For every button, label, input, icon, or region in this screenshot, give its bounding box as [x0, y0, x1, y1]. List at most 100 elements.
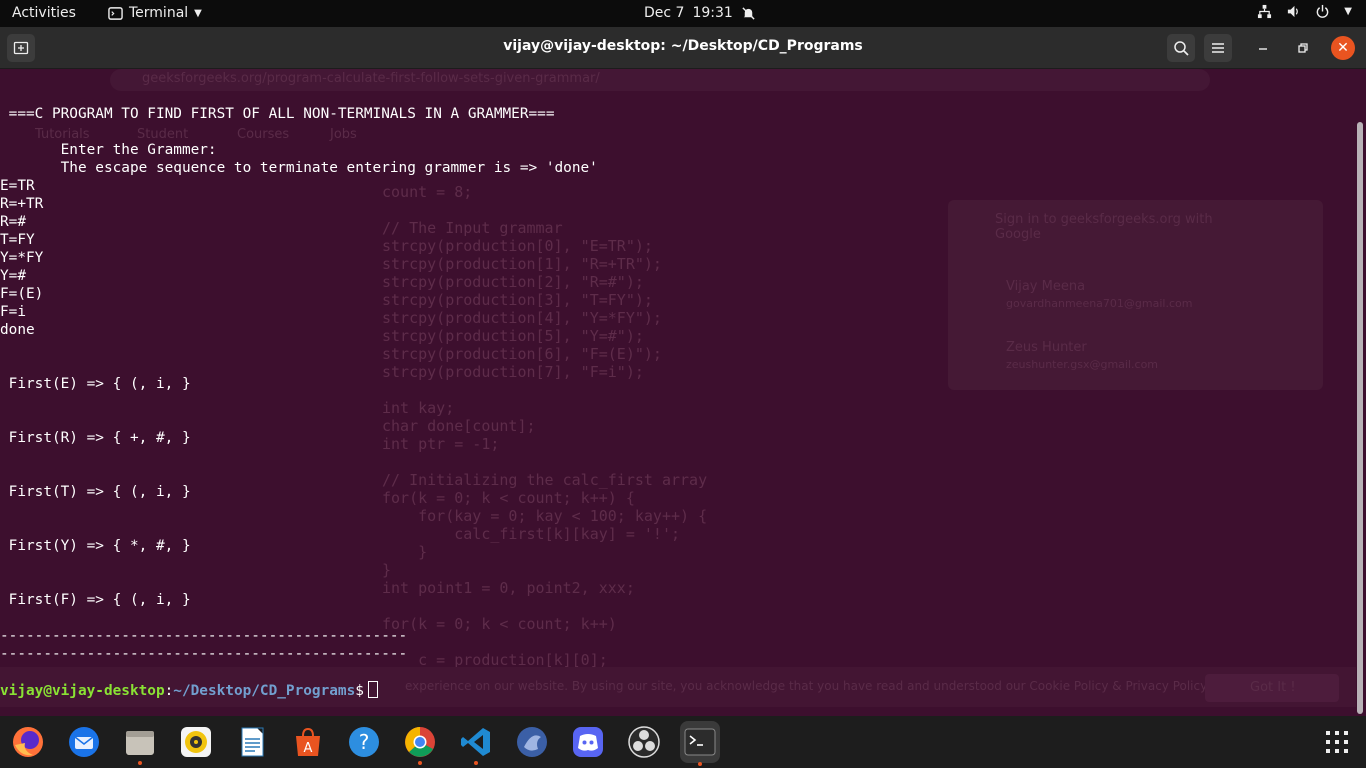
vscode-launcher[interactable] — [458, 724, 494, 765]
background-code-line: strcpy(production[0], "E=TR"); — [382, 237, 653, 255]
background-code-line: count = 8; — [382, 183, 473, 201]
prompt-user: vijay@vijay-desktop — [0, 683, 165, 699]
shell-prompt-line[interactable]: vijay@vijay-desktop:~/Desktop/CD_Program… — [0, 681, 378, 700]
terminal-line: First(E) => { (, i, } — [0, 376, 191, 392]
firefox-launcher[interactable] — [10, 724, 46, 760]
chevron-down-icon: ▼ — [1344, 6, 1352, 17]
terminal-line: ----------------------------------------… — [0, 628, 408, 644]
hamburger-icon — [1212, 43, 1224, 53]
terminal-small-icon — [108, 6, 123, 20]
terminal-line: R=# — [0, 214, 26, 230]
background-code-line: strcpy(production[7], "F=i"); — [382, 363, 644, 381]
clock[interactable]: Dec 7 19:31 — [644, 5, 756, 21]
restore-button[interactable] — [1289, 34, 1317, 62]
prompt-path: ~/Desktop/CD_Programs — [173, 683, 356, 699]
background-signin-card: Sign in to geeksforgeeks.org with Google… — [948, 200, 1323, 390]
terminal-line: First(Y) => { *, #, } — [0, 538, 191, 554]
minimize-icon — [1259, 48, 1267, 50]
terminal-line: R=+TR — [0, 196, 44, 212]
gnome-icon — [517, 727, 547, 757]
search-button[interactable] — [1167, 34, 1195, 62]
chrome-icon — [405, 727, 435, 757]
background-code-line: for(k = 0; k < count; k++) — [382, 615, 617, 633]
power-icon — [1316, 4, 1329, 18]
running-indicator — [418, 761, 422, 765]
background-code-line: calc_first[k][kay] = '!'; — [382, 525, 681, 543]
terminal-line: First(F) => { (, i, } — [0, 592, 191, 608]
background-code-line: strcpy(production[6], "F=(E)"); — [382, 345, 662, 363]
background-nav-jobs: Jobs — [330, 127, 357, 142]
terminal-line: E=TR — [0, 178, 35, 194]
activities-button[interactable]: Activities — [12, 5, 76, 21]
gnome-app-launcher[interactable] — [514, 724, 550, 760]
thunderbird-launcher[interactable] — [66, 724, 102, 760]
background-got-it-label: Got It ! — [1250, 680, 1296, 695]
chrome-launcher[interactable] — [402, 724, 438, 765]
terminal-line: The escape sequence to terminate enterin… — [0, 160, 598, 176]
background-code-line: int kay; — [382, 399, 455, 417]
app-menu-button[interactable]: Terminal ▼ — [108, 5, 202, 21]
help-launcher[interactable]: ? — [346, 724, 382, 760]
restore-icon — [1298, 43, 1308, 53]
background-code-line: char done[count]; — [382, 417, 536, 435]
help-icon: ? — [349, 727, 379, 757]
terminal-view[interactable]: geeksforgeeks.org/program-calculate-firs… — [0, 69, 1366, 716]
svg-text:A: A — [304, 741, 313, 756]
thunderbird-icon — [69, 727, 99, 757]
chevron-down-icon: ▼ — [194, 7, 202, 19]
system-tray[interactable]: ▼ — [1257, 4, 1352, 19]
background-signin-title: Sign in to geeksforgeeks.org with Google — [995, 212, 1213, 242]
terminal-line: ===C PROGRAM TO FIND FIRST OF ALL NON-TE… — [0, 106, 555, 122]
terminal-line: T=FY — [0, 232, 35, 248]
close-button[interactable]: ✕ — [1331, 36, 1355, 60]
obs-launcher[interactable] — [626, 724, 662, 760]
time-label: 19:31 — [692, 5, 733, 21]
writer-icon — [241, 727, 264, 757]
volume-icon — [1288, 5, 1299, 18]
show-applications-icon[interactable] — [1326, 731, 1348, 753]
files-icon — [126, 731, 154, 755]
background-account-name-1: Vijay Meena — [1006, 279, 1086, 294]
terminal-line: F=(E) — [0, 286, 44, 302]
dock: A ? — [0, 716, 1366, 768]
text-cursor — [367, 681, 378, 698]
search-icon — [1174, 41, 1189, 56]
prompt-separator: : — [164, 683, 174, 699]
running-indicator — [698, 762, 702, 766]
discord-launcher[interactable] — [570, 724, 606, 760]
minimize-button[interactable] — [1249, 34, 1277, 62]
software-icon: A — [296, 727, 320, 756]
background-cookie-text: experience on our website. By using our … — [405, 679, 1208, 693]
svg-text:?: ? — [359, 730, 370, 754]
background-nav-tutorials: Tutorials — [35, 127, 90, 142]
background-nav-courses: Courses — [237, 127, 290, 142]
background-code-line: strcpy(production[5], "Y=#"); — [382, 327, 644, 345]
hamburger-menu-button[interactable] — [1204, 34, 1232, 62]
terminal-line: Y=# — [0, 268, 26, 284]
background-nav-student: Student — [137, 127, 189, 142]
terminal-scrollbar[interactable] — [1357, 122, 1363, 714]
vscode-icon — [461, 728, 490, 756]
background-code-line: // The Input grammar — [382, 219, 563, 237]
terminal-line: F=i — [0, 304, 26, 320]
files-launcher[interactable] — [122, 724, 158, 765]
window-titlebar[interactable]: vijay@vijay-desktop: ~/Desktop/CD_Progra… — [0, 27, 1366, 69]
background-code-line: int point1 = 0, point2, xxx; — [382, 579, 635, 597]
prompt-symbol: $ — [355, 683, 364, 699]
background-code-line: // Initializing the calc_first array — [382, 471, 708, 489]
software-launcher[interactable]: A — [290, 724, 326, 760]
terminal-launcher[interactable] — [680, 721, 720, 766]
network-icon — [1258, 4, 1272, 19]
rhythmbox-launcher[interactable] — [178, 724, 214, 760]
writer-launcher[interactable] — [234, 724, 270, 760]
background-account-email-1: govardhanmeena701@gmail.com — [1006, 297, 1193, 310]
window-title: vijay@vijay-desktop: ~/Desktop/CD_Progra… — [503, 38, 863, 54]
app-name-label: Terminal — [129, 5, 189, 21]
background-code-line: int ptr = -1; — [382, 435, 500, 453]
terminal-line: Enter the Grammer: — [0, 142, 217, 158]
terminal-line: Y=*FY — [0, 250, 44, 266]
close-icon: ✕ — [1337, 40, 1349, 56]
background-code-line: } — [382, 561, 392, 579]
terminal-line: done — [0, 322, 35, 338]
obs-icon — [628, 726, 660, 758]
